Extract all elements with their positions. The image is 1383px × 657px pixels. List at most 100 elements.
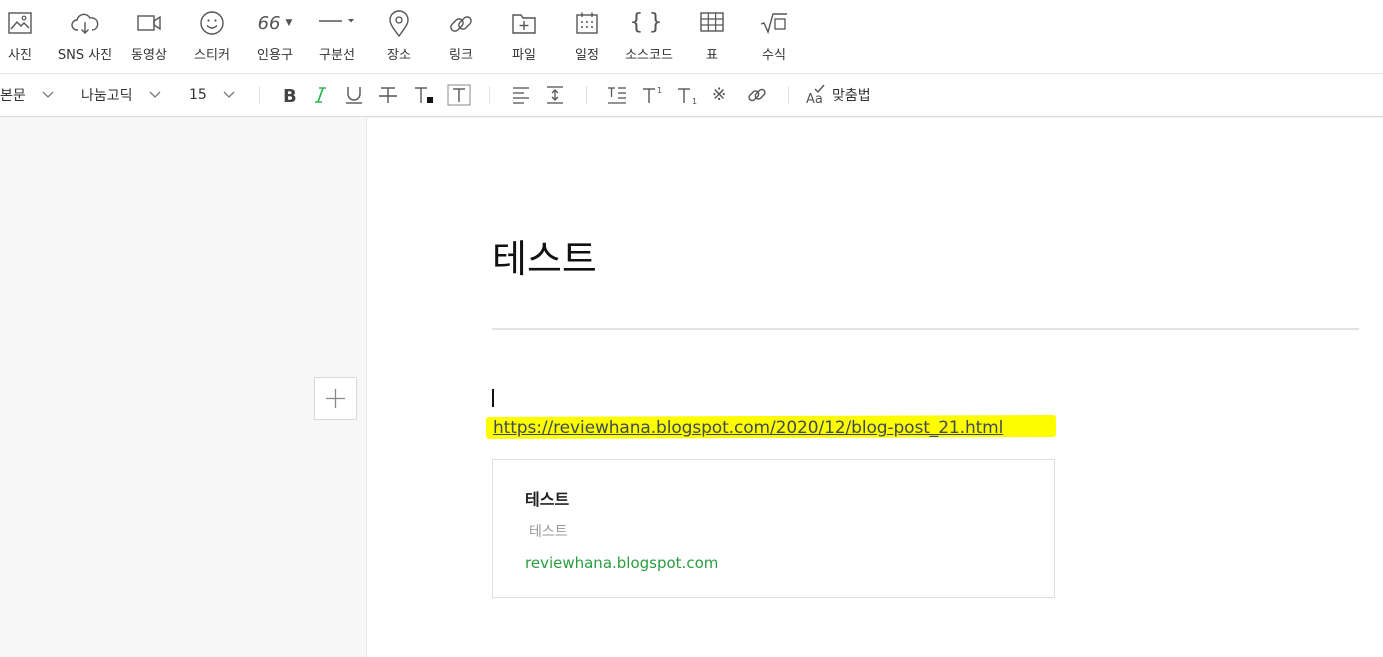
insert-place-label: 장소 — [387, 48, 411, 63]
bold-icon: B — [283, 86, 297, 105]
superscript-button[interactable]: 1 — [642, 84, 664, 106]
insert-formula-label: 수식 — [762, 48, 786, 63]
insert-source-code-button[interactable]: {} 소스코드 — [619, 10, 679, 63]
link-preview-card[interactable]: 테스트 테스트 reviewhana.blogspot.com — [492, 459, 1055, 598]
link-preview-title: 테스트 — [525, 490, 570, 509]
line-height-button[interactable] — [545, 84, 565, 106]
svg-text:Aa: Aa — [806, 92, 823, 106]
insert-sns-photo-button[interactable]: SNS 사진 — [55, 10, 115, 63]
insert-table-label: 표 — [706, 48, 718, 63]
svg-text:1: 1 — [657, 86, 662, 95]
line-height-icon — [547, 86, 563, 104]
chevron-down-icon — [149, 91, 160, 98]
horizontal-line-icon — [307, 10, 367, 40]
insert-file-button[interactable]: 파일 — [494, 10, 554, 63]
quote-icon: 66 ▼ — [245, 10, 305, 40]
insert-table-button[interactable]: 표 — [682, 10, 742, 63]
format-link-button[interactable] — [746, 84, 768, 106]
link-preview-description: 테스트 — [529, 524, 568, 540]
background-color-button[interactable] — [447, 84, 471, 106]
strikethrough-icon — [379, 87, 397, 103]
text-cursor — [492, 389, 494, 407]
svg-text:B: B — [283, 86, 297, 105]
cloud-download-icon — [55, 10, 115, 40]
italic-icon — [315, 87, 326, 103]
insert-video-button[interactable]: 동영상 — [119, 10, 179, 63]
text-color-button[interactable] — [413, 84, 435, 106]
dropdown-caret-icon: ▼ — [285, 18, 293, 28]
quote-glyph: 66 — [257, 13, 281, 34]
special-character-button[interactable]: ※ — [712, 84, 726, 106]
insert-formula-button[interactable]: 수식 — [744, 10, 804, 63]
calendar-icon — [557, 10, 617, 40]
text-background-icon — [447, 84, 471, 106]
insert-link-button[interactable]: 링크 — [431, 10, 491, 63]
italic-button[interactable] — [313, 84, 329, 106]
insert-toolbar: 사진 SNS 사진 동영상 스티커 66 ▼ 인용구 구분선 장소 링크 파일 … — [0, 0, 1383, 74]
align-left-icon — [513, 87, 529, 104]
insert-divider-label: 구분선 — [319, 48, 355, 63]
align-button[interactable] — [511, 84, 531, 106]
font-size-value: 15 — [189, 87, 207, 103]
spellcheck-icon: Aa — [806, 84, 825, 106]
reference-mark-icon: ※ — [712, 85, 727, 105]
underline-icon — [346, 87, 362, 104]
spellcheck-label: 맞춤법 — [832, 88, 871, 104]
video-camera-icon — [119, 10, 179, 40]
pasted-link[interactable]: https://reviewhana.blogspot.com/2020/12/… — [493, 418, 1003, 438]
spellcheck-button[interactable]: Aa 맞춤법 — [806, 84, 871, 106]
insert-link-label: 링크 — [449, 48, 473, 63]
insert-photo-button[interactable]: 사진 — [0, 10, 50, 63]
braces-icon: {} — [629, 10, 669, 35]
strikethrough-button[interactable] — [378, 84, 398, 106]
plus-icon — [326, 389, 345, 408]
list-button[interactable] — [607, 84, 627, 106]
link-icon — [431, 10, 491, 40]
link-preview-domain: reviewhana.blogspot.com — [525, 554, 719, 572]
insert-sns-photo-label: SNS 사진 — [57, 48, 113, 63]
text-color-icon — [415, 87, 433, 103]
insert-schedule-label: 일정 — [575, 48, 599, 63]
subscript-icon: 1 — [678, 88, 697, 105]
insert-sticker-button[interactable]: 스티커 — [182, 10, 242, 63]
insert-video-label: 동영상 — [131, 48, 167, 63]
superscript-icon: 1 — [643, 86, 662, 103]
toolbar-divider — [788, 86, 789, 104]
smiley-icon — [182, 10, 242, 40]
font-size-select[interactable]: 15 — [189, 84, 235, 106]
document-title[interactable]: 테스트 — [492, 228, 597, 283]
list-text-icon — [608, 87, 626, 104]
insert-quote-button[interactable]: 66 ▼ 인용구 — [245, 10, 305, 63]
insert-file-label: 파일 — [512, 48, 536, 63]
left-gutter — [0, 117, 367, 657]
format-toolbar: 본문 나눔고딕 15 B 1 1 ※ Aa 맞춤법 — [0, 74, 1383, 117]
chevron-down-icon — [42, 91, 54, 98]
file-add-icon — [494, 10, 554, 40]
square-root-icon — [744, 10, 804, 40]
insert-schedule-button[interactable]: 일정 — [557, 10, 617, 63]
insert-divider-button[interactable]: 구분선 — [307, 10, 367, 63]
insert-source-code-label: 소스코드 — [625, 48, 673, 63]
subscript-button[interactable]: 1 — [677, 84, 699, 106]
paragraph-style-select[interactable]: 본문 — [0, 84, 54, 106]
add-component-button[interactable] — [314, 377, 357, 420]
font-family-value: 나눔고딕 — [81, 88, 133, 104]
toolbar-divider — [489, 86, 490, 104]
link-icon — [748, 88, 766, 102]
image-icon — [0, 10, 50, 40]
title-divider — [492, 328, 1359, 330]
font-family-select[interactable]: 나눔고딕 — [81, 84, 161, 106]
underline-button[interactable] — [344, 84, 364, 106]
chevron-down-icon — [223, 91, 235, 98]
paragraph-style-value: 본문 — [0, 88, 26, 104]
map-pin-icon — [369, 10, 429, 40]
insert-sticker-label: 스티커 — [194, 48, 230, 63]
toolbar-divider — [259, 86, 260, 104]
toolbar-divider — [586, 86, 587, 104]
table-icon — [682, 10, 742, 40]
svg-text:1: 1 — [692, 97, 697, 105]
insert-photo-label: 사진 — [8, 48, 32, 63]
insert-place-button[interactable]: 장소 — [369, 10, 429, 63]
insert-quote-label: 인용구 — [257, 48, 293, 63]
bold-button[interactable]: B — [281, 84, 299, 106]
